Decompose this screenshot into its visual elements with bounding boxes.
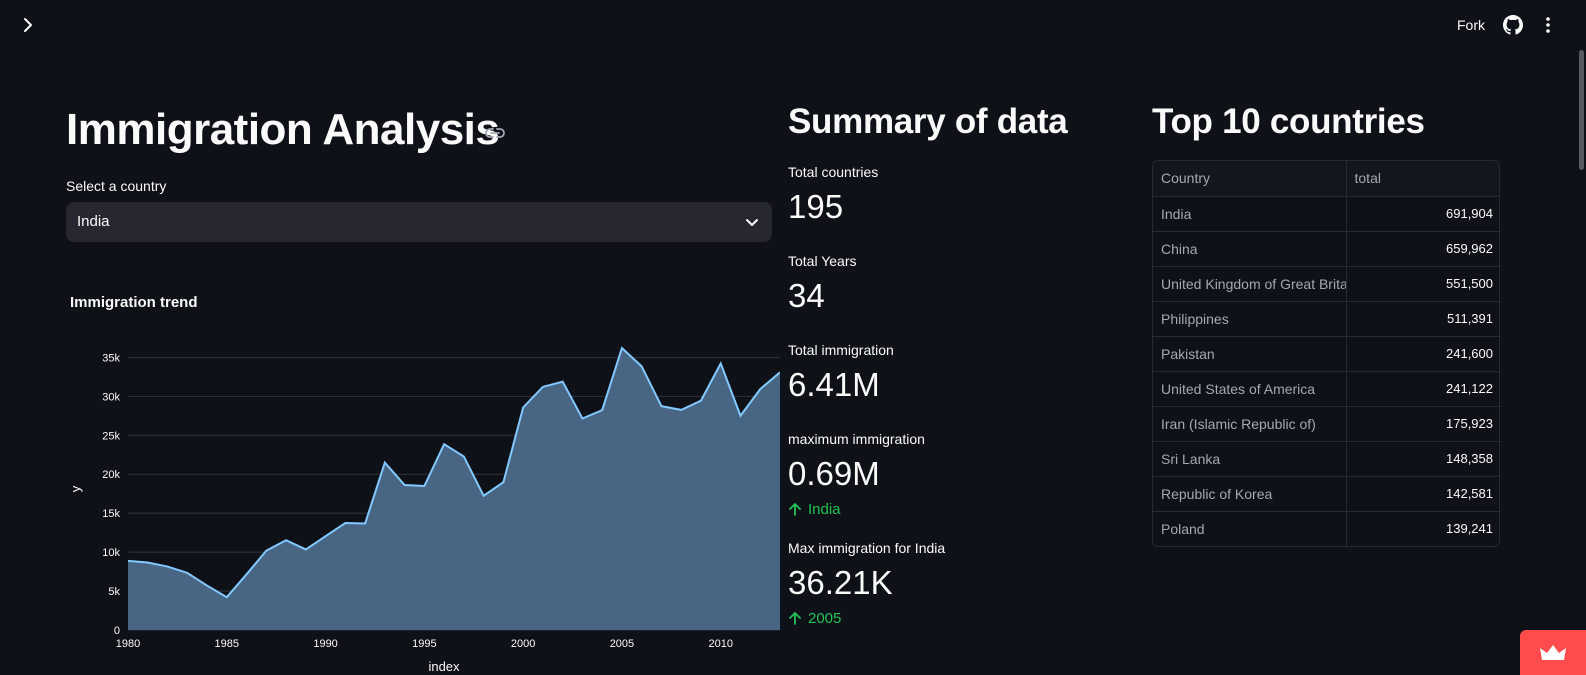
cell-country[interactable]: Philippines bbox=[1153, 301, 1347, 337]
column-header-total[interactable]: total bbox=[1346, 161, 1499, 197]
cell-total[interactable]: 175,923 bbox=[1346, 406, 1499, 442]
arrow-up-icon bbox=[789, 503, 801, 516]
cell-total[interactable]: 241,600 bbox=[1346, 336, 1499, 372]
x-tick-label: 2000 bbox=[511, 638, 535, 650]
x-tick-label: 2005 bbox=[610, 638, 634, 650]
metric-value: 6.41M bbox=[788, 366, 880, 403]
y-tick-label: 5k bbox=[108, 586, 120, 598]
metric-value: 195 bbox=[788, 188, 844, 225]
y-tick-label: 15k bbox=[102, 508, 120, 520]
table-row[interactable]: China 659,962 bbox=[1153, 231, 1499, 267]
table-header-row: Country total bbox=[1153, 161, 1499, 197]
cell-country[interactable]: India bbox=[1153, 196, 1347, 232]
y-axis-label: y bbox=[68, 485, 83, 492]
metric-value: 34 bbox=[788, 277, 825, 314]
x-tick-label: 1980 bbox=[116, 638, 140, 650]
table-row[interactable]: United States of America 241,122 bbox=[1153, 371, 1499, 407]
chevron-right-icon[interactable] bbox=[18, 15, 38, 35]
top-bar: Fork bbox=[0, 0, 1586, 50]
y-tick-label: 30k bbox=[102, 391, 120, 403]
x-tick-label: 1995 bbox=[412, 638, 436, 650]
metric-delta-text: 2005 bbox=[808, 610, 842, 627]
metric-label: maximum immigration bbox=[788, 431, 925, 447]
metric-label: Total countries bbox=[788, 164, 879, 180]
cell-country[interactable]: Republic of Korea bbox=[1153, 476, 1347, 512]
table-row[interactable]: India 691,904 bbox=[1153, 196, 1499, 232]
cell-total[interactable]: 241,122 bbox=[1346, 371, 1499, 407]
metric-delta: India bbox=[788, 501, 841, 518]
metric-delta: 2005 bbox=[788, 610, 841, 627]
cell-country[interactable]: United Kingdom of Great Britain bbox=[1153, 266, 1347, 302]
cell-total[interactable]: 691,904 bbox=[1346, 196, 1499, 232]
table-row[interactable]: Philippines 511,391 bbox=[1153, 301, 1499, 337]
table-row[interactable]: Pakistan 241,600 bbox=[1153, 336, 1499, 372]
column-header-country[interactable]: Country bbox=[1153, 161, 1347, 197]
country-select[interactable]: India bbox=[66, 202, 772, 242]
cell-total[interactable]: 142,581 bbox=[1346, 476, 1499, 512]
metric-value: 0.69M bbox=[788, 455, 880, 492]
link-icon[interactable] bbox=[484, 125, 506, 141]
chart-title: Immigration trend bbox=[70, 294, 198, 311]
country-select-label: Select a country bbox=[66, 178, 167, 194]
cell-total[interactable]: 139,241 bbox=[1346, 511, 1499, 546]
cell-total[interactable]: 148,358 bbox=[1346, 441, 1499, 477]
y-tick-label: 25k bbox=[102, 430, 120, 442]
cell-total[interactable]: 511,391 bbox=[1346, 301, 1499, 337]
cell-country[interactable]: Sri Lanka bbox=[1153, 441, 1347, 477]
top-countries-title: Top 10 countries bbox=[1152, 102, 1425, 141]
table-row[interactable]: Iran (Islamic Republic of) 175,923 bbox=[1153, 406, 1499, 442]
scrollbar[interactable] bbox=[1576, 0, 1586, 675]
cell-country[interactable]: Iran (Islamic Republic of) bbox=[1153, 406, 1347, 442]
crown-icon bbox=[1540, 645, 1566, 660]
table-row[interactable]: Sri Lanka 148,358 bbox=[1153, 441, 1499, 477]
arrow-up-icon bbox=[789, 612, 801, 625]
area-fill bbox=[128, 348, 780, 630]
top-countries-table[interactable]: Country total India 691,904 China 659,962 Un… bbox=[1152, 160, 1500, 547]
chevron-down-icon bbox=[746, 219, 758, 226]
y-tick-label: 35k bbox=[102, 352, 120, 364]
streamlit-badge[interactable] bbox=[1520, 630, 1586, 675]
page-title: Immigration Analysis bbox=[66, 105, 500, 154]
cell-country[interactable]: United States of America bbox=[1153, 371, 1347, 407]
metric-value: 36.21K bbox=[788, 564, 893, 601]
y-tick-label: 20k bbox=[102, 469, 120, 481]
x-axis-label: index bbox=[428, 659, 460, 674]
cell-country[interactable]: Poland bbox=[1153, 511, 1347, 546]
immigration-trend-chart: 0 5k 10k 15k 20k 25k 30k 35k 1980 1985 1990 1995 200… bbox=[68, 346, 780, 674]
cell-country[interactable]: China bbox=[1153, 231, 1347, 267]
metric-delta-text: India bbox=[808, 501, 841, 518]
more-vertical-icon[interactable] bbox=[1538, 15, 1558, 35]
cell-total[interactable]: 551,500 bbox=[1346, 266, 1499, 302]
cell-total[interactable]: 659,962 bbox=[1346, 231, 1499, 267]
metric-label: Max immigration for India bbox=[788, 540, 946, 556]
x-tick-label: 1985 bbox=[215, 638, 239, 650]
x-tick-label: 2010 bbox=[708, 638, 732, 650]
summary-title: Summary of data bbox=[788, 102, 1068, 141]
table-row[interactable]: Poland 139,241 bbox=[1153, 511, 1499, 546]
table-row[interactable]: Republic of Korea 142,581 bbox=[1153, 476, 1499, 512]
metric-label: Total Years bbox=[788, 253, 857, 269]
github-icon[interactable] bbox=[1503, 15, 1523, 35]
y-tick-label: 10k bbox=[102, 547, 120, 559]
x-tick-label: 1990 bbox=[313, 638, 337, 650]
scrollbar-thumb[interactable] bbox=[1579, 50, 1584, 170]
metric-label: Total immigration bbox=[788, 342, 894, 358]
fork-button[interactable]: Fork bbox=[1457, 17, 1485, 33]
table-row[interactable]: United Kingdom of Great Britain 551,500 bbox=[1153, 266, 1499, 302]
cell-country[interactable]: Pakistan bbox=[1153, 336, 1347, 372]
y-tick-label: 0 bbox=[114, 625, 120, 637]
country-select-value: India bbox=[77, 213, 110, 230]
